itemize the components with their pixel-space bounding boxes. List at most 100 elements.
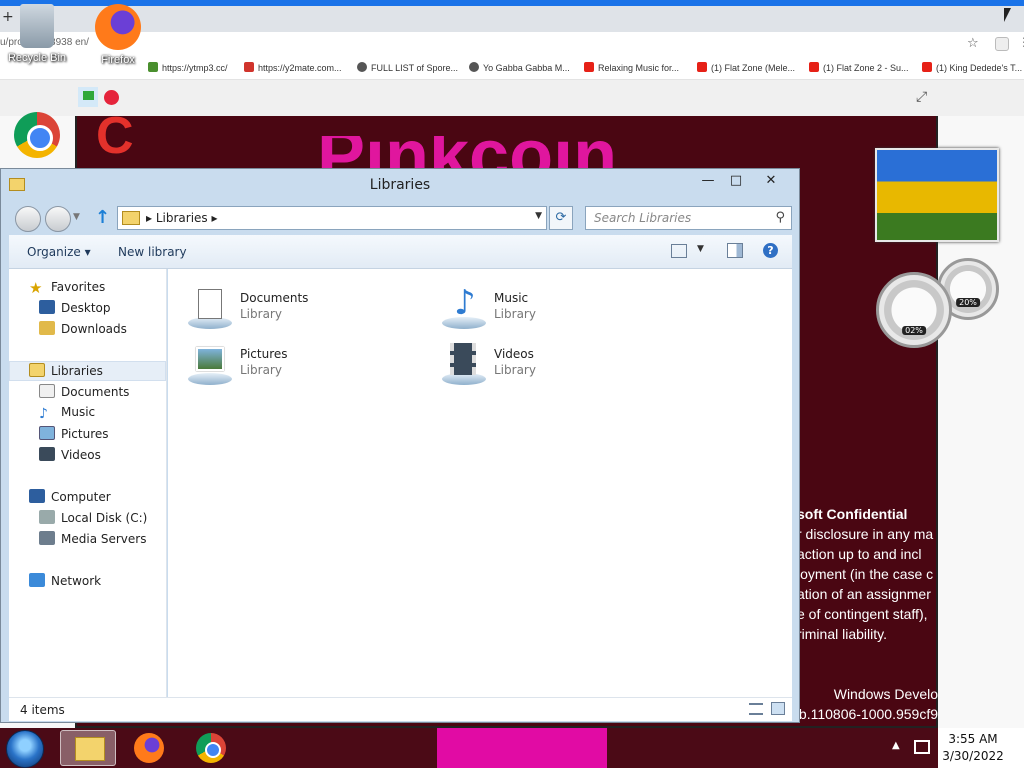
nav-music[interactable]: ♪ Music — [39, 405, 95, 422]
firefox-desktop-icon[interactable]: Firefox — [92, 4, 144, 66]
browser-tabstrip — [0, 6, 1024, 32]
bookmark-item[interactable]: Relaxing Music for... — [584, 62, 679, 73]
firefox-icon — [134, 733, 164, 763]
computer-icon — [29, 489, 45, 503]
fullscreen-icon[interactable]: ⤢ — [916, 89, 927, 105]
music-library-icon: ♪ — [440, 283, 486, 333]
view-options-dropdown[interactable]: ▼ — [697, 244, 704, 254]
slideshow-gadget[interactable] — [875, 148, 999, 242]
mouse-cursor-icon — [1004, 8, 1011, 22]
bookmark-item[interactable]: Yo Gabba Gabba M... — [469, 62, 570, 73]
libraries-folder-icon — [122, 211, 140, 225]
confidential-notice: soft Confidential r disclosure in any ma… — [797, 506, 934, 642]
bookmark-item[interactable]: (1) Flat Zone 2 - Su... — [809, 62, 909, 73]
bookmark-item[interactable]: https://y2mate.com... — [244, 62, 342, 73]
pictures-icon — [39, 426, 55, 440]
refresh-icon[interactable]: ⟳ — [549, 206, 573, 230]
organize-button[interactable]: Organize ▾ — [27, 245, 91, 259]
documents-library-icon — [186, 287, 232, 333]
desktop-icon — [39, 300, 55, 314]
status-bar: 4 items — [9, 697, 792, 721]
music-icon: ♪ — [39, 406, 48, 422]
nav-local-disk[interactable]: Local Disk (C:) — [39, 510, 147, 525]
preview-pane-icon[interactable] — [727, 243, 743, 258]
nav-network[interactable]: Network — [29, 573, 101, 588]
navigation-pane: ★ Favorites Desktop Downloads Libraries D… — [9, 269, 167, 697]
up-arrow-icon[interactable]: ↑ — [95, 207, 110, 228]
title-bar[interactable]: Libraries — □ ✕ — [1, 169, 799, 201]
clock[interactable]: 3:55 AM 3/30/2022 — [938, 728, 1024, 768]
bookmark-item[interactable]: (1) Flat Zone (Mele... — [697, 62, 795, 73]
item-count: 4 items — [20, 703, 65, 717]
libraries-content: Documents Library ♪ Music Library Pictur… — [168, 269, 792, 697]
network-icon — [29, 573, 45, 587]
extension-icon[interactable] — [995, 37, 1009, 51]
nav-desktop[interactable]: Desktop — [39, 300, 111, 315]
ccleaner-desktop-icon[interactable] — [92, 106, 148, 166]
bookmark-item[interactable]: (1) King Dedede's T... — [922, 62, 1022, 73]
firefox-icon — [95, 4, 141, 50]
browser-menu-icon[interactable]: ⋮ — [1018, 35, 1024, 49]
library-documents[interactable]: Documents Library — [186, 287, 426, 335]
disk-icon — [39, 510, 55, 524]
downloads-icon — [39, 321, 55, 335]
videos-library-icon — [440, 343, 486, 389]
command-bar: Organize ▾ New library ▼ ? — [9, 235, 792, 269]
stop-icon[interactable] — [104, 90, 119, 105]
taskbar-explorer[interactable] — [60, 730, 116, 766]
navigation-row: ▼ ↑ ▸ Libraries ▸ ▼ ⟳ Search Libraries ⚲ — [1, 201, 799, 235]
taskbar-chrome[interactable] — [184, 730, 240, 766]
pictures-library-icon — [186, 343, 232, 389]
documents-icon — [39, 384, 55, 398]
media-server-icon — [39, 531, 55, 545]
library-videos[interactable]: Videos Library — [440, 343, 680, 391]
minimize-button[interactable]: — — [693, 171, 723, 191]
search-icon[interactable]: ⚲ — [775, 210, 785, 225]
green-flag-icon[interactable] — [78, 87, 98, 107]
show-hidden-icons-icon[interactable]: ▲ — [892, 740, 900, 751]
recycle-bin-desktop-icon[interactable]: Recycle Bin — [2, 4, 72, 64]
taskbar-firefox[interactable] — [122, 730, 178, 766]
explorer-icon — [75, 737, 105, 761]
network-tray-icon[interactable] — [914, 740, 930, 754]
stage-strip — [437, 728, 607, 768]
nav-libraries[interactable]: Libraries — [29, 363, 103, 378]
details-view-icon[interactable] — [749, 703, 763, 715]
nav-videos[interactable]: Videos — [39, 447, 101, 462]
ccleaner-icon — [92, 106, 138, 166]
search-input[interactable]: Search Libraries ⚲ — [585, 206, 792, 230]
chrome-icon — [14, 112, 60, 158]
library-pictures[interactable]: Pictures Library — [186, 343, 426, 391]
chrome-icon — [196, 733, 226, 763]
help-icon[interactable]: ? — [763, 243, 778, 258]
address-dropdown-icon[interactable]: ▼ — [535, 211, 542, 221]
bookmark-item[interactable]: https://ytmp3.cc/ — [148, 62, 228, 73]
videos-icon — [39, 447, 55, 461]
chrome-desktop-icon[interactable] — [14, 112, 62, 158]
windows-version-watermark: Windows Develo b.110806-1000.959cf9 — [798, 686, 938, 722]
recycle-bin-icon — [20, 4, 54, 48]
nav-favorites[interactable]: ★ Favorites — [29, 279, 105, 297]
forward-button[interactable] — [45, 206, 71, 232]
new-library-button[interactable]: New library — [118, 245, 187, 259]
start-button[interactable] — [6, 730, 44, 768]
cpu-gauge[interactable]: 02% — [876, 272, 952, 348]
browser-address-bar[interactable] — [0, 32, 1024, 56]
breadcrumb[interactable]: ▸ Libraries ▸ — [146, 211, 218, 225]
bookmark-item[interactable]: FULL LIST of Spore... — [357, 62, 458, 73]
change-view-icon[interactable] — [671, 244, 687, 258]
nav-media-servers[interactable]: Media Servers — [39, 531, 146, 546]
large-icons-view-icon[interactable] — [771, 702, 785, 715]
explorer-window[interactable]: Libraries — □ ✕ ▼ ↑ ▸ Libraries ▸ ▼ ⟳ Se… — [0, 168, 800, 723]
nav-computer[interactable]: Computer — [29, 489, 111, 504]
address-box[interactable]: ▸ Libraries ▸ ▼ — [117, 206, 547, 230]
nav-documents[interactable]: Documents — [39, 384, 129, 399]
bookmark-star-icon[interactable]: ☆ — [967, 36, 979, 51]
back-button[interactable] — [15, 206, 41, 232]
nav-downloads[interactable]: Downloads — [39, 321, 127, 336]
close-button[interactable]: ✕ — [756, 171, 786, 191]
nav-pictures[interactable]: Pictures — [39, 426, 109, 441]
maximize-button[interactable]: □ — [721, 171, 751, 191]
libraries-icon — [29, 363, 45, 377]
library-music[interactable]: ♪ Music Library — [440, 283, 680, 335]
